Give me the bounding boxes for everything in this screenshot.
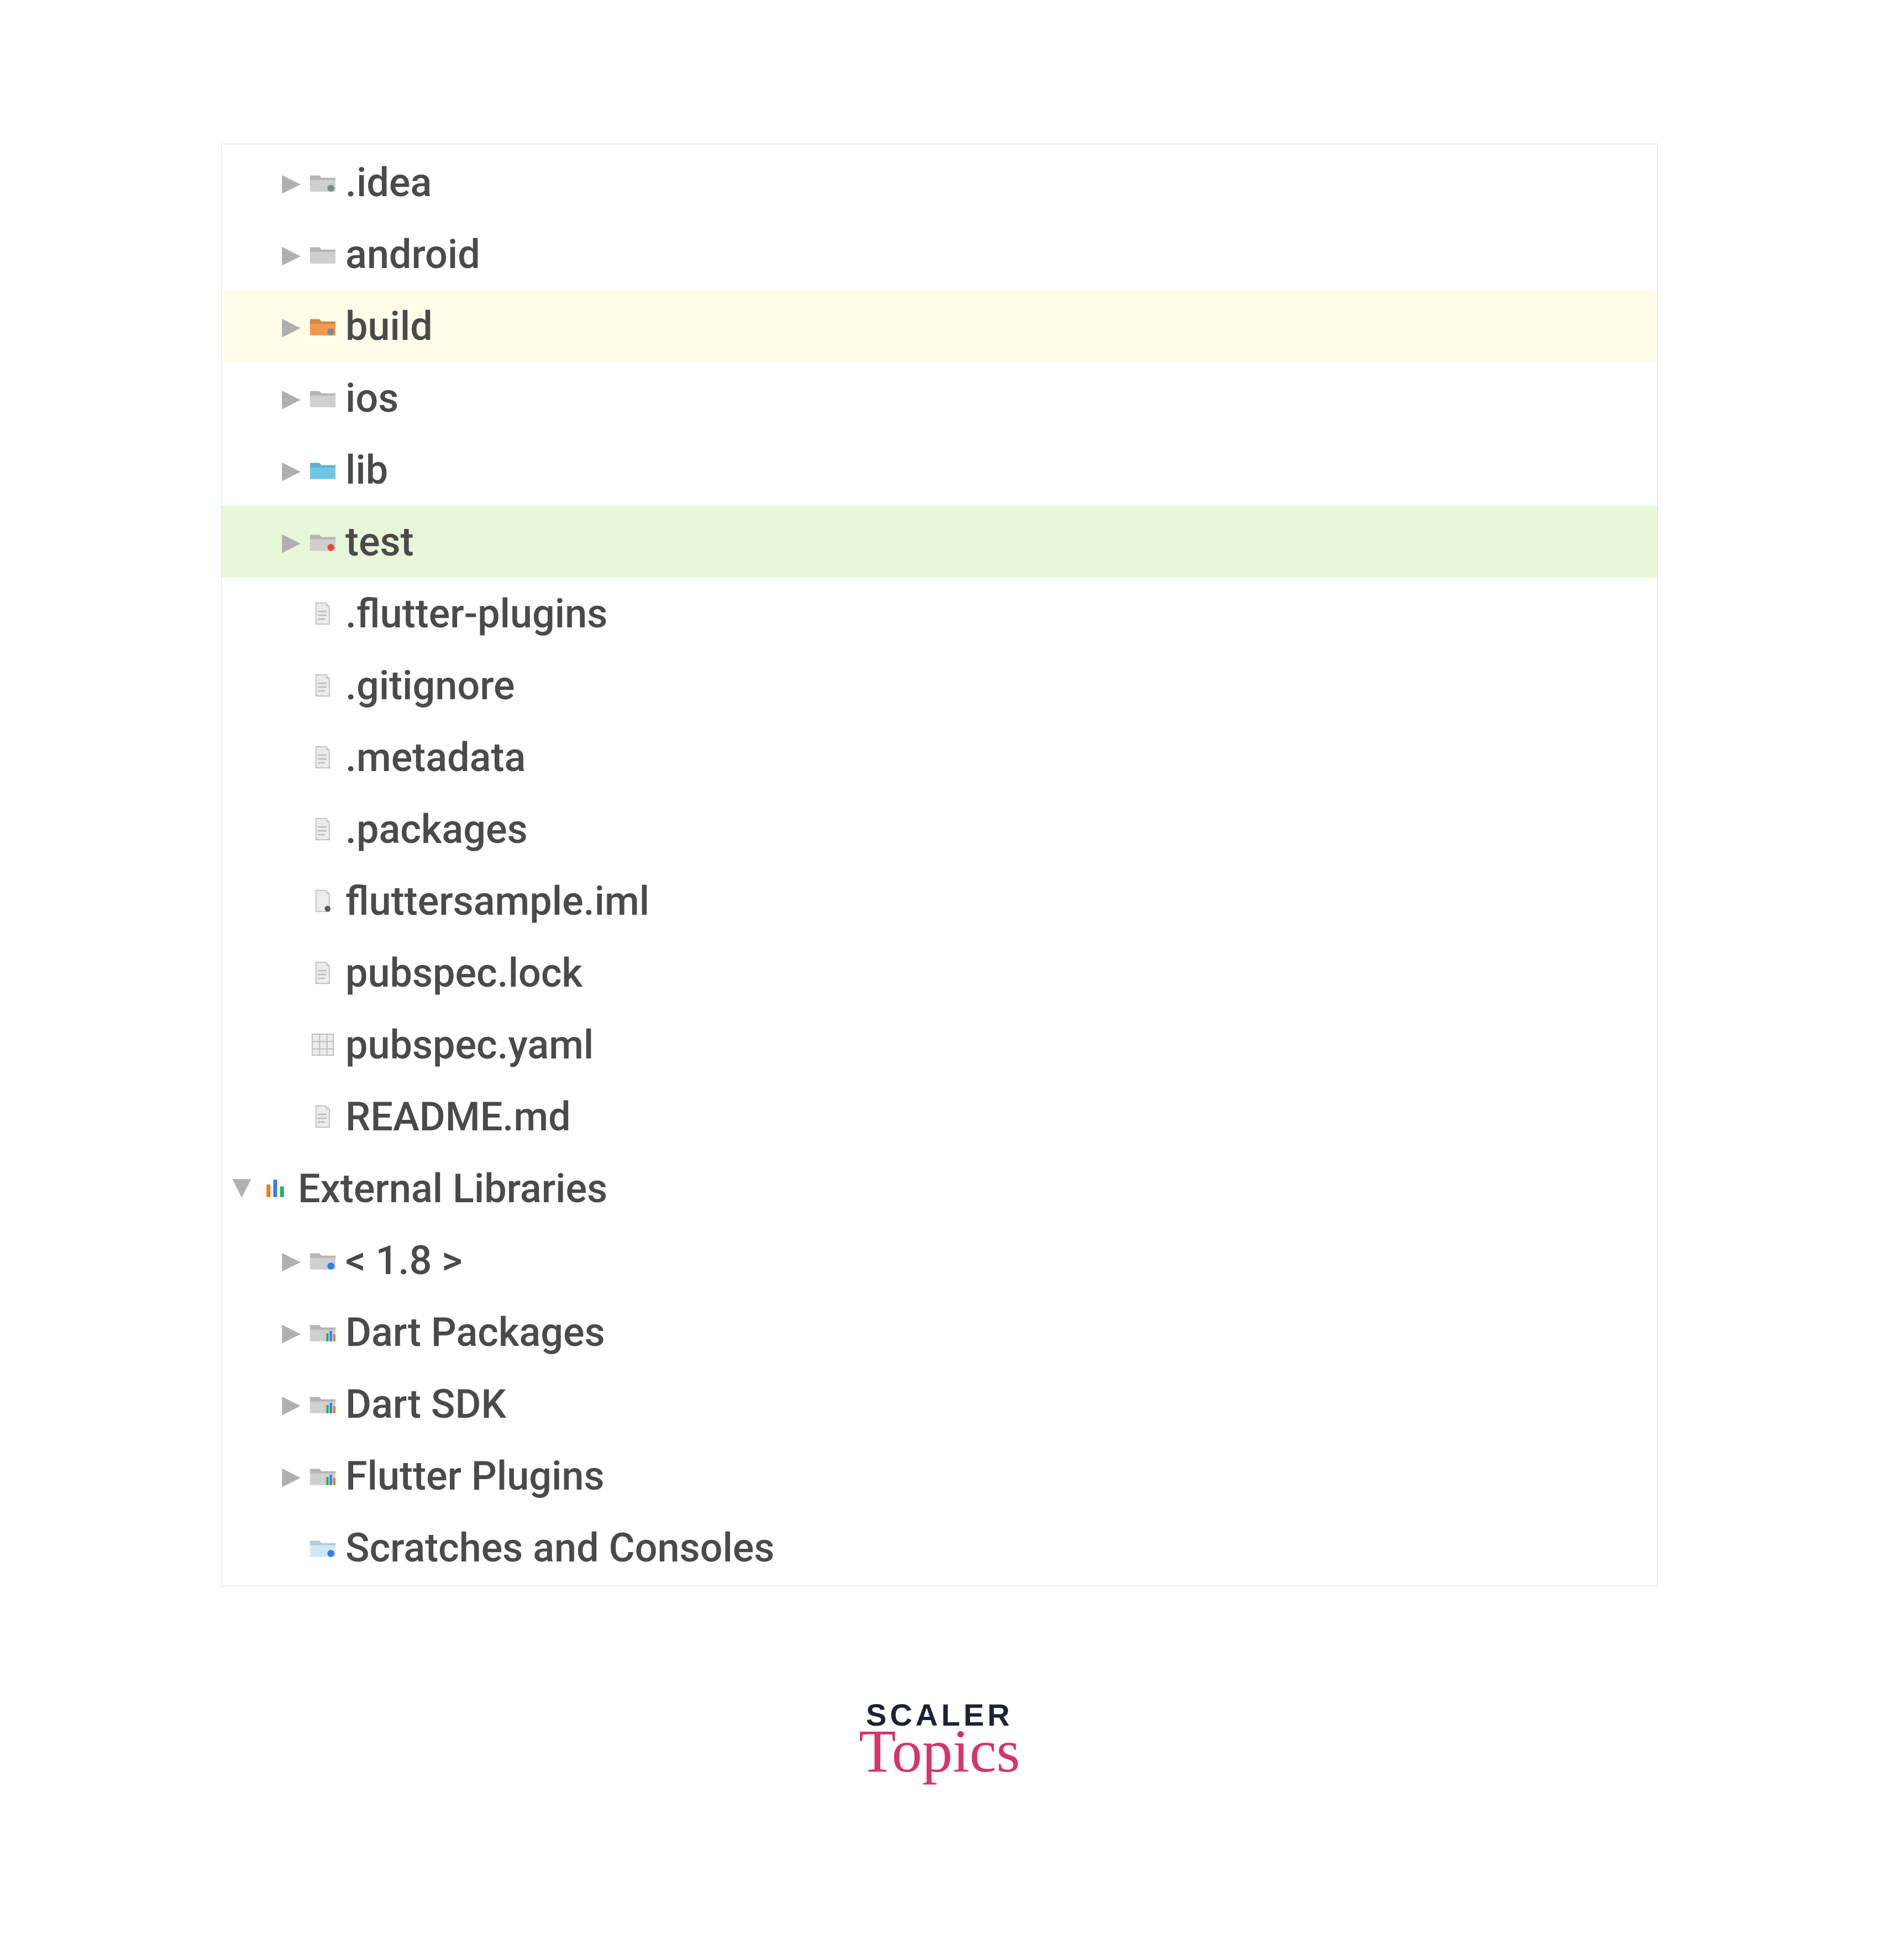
tree-row[interactable]: Scratches and Consoles — [222, 1512, 1657, 1584]
tree-item-label: Flutter Plugins — [345, 1453, 605, 1500]
tree-row[interactable]: ▶ test — [222, 506, 1657, 578]
tree-item-label: ios — [345, 375, 398, 422]
expand-arrow-icon[interactable]: ▶ — [275, 1318, 308, 1346]
expand-arrow-icon[interactable]: ▶ — [229, 1172, 258, 1205]
file-icon — [308, 817, 338, 841]
tree-item-label: Dart SDK — [345, 1381, 506, 1428]
tree-row[interactable]: .packages — [222, 793, 1657, 865]
lib-bars-icon — [260, 1177, 290, 1200]
tree-item-label: Scratches and Consoles — [345, 1524, 774, 1571]
tree-item-label: .idea — [345, 159, 432, 206]
expand-arrow-icon[interactable]: ▶ — [275, 240, 308, 269]
lib-folder-icon — [308, 1392, 338, 1416]
tree-item-label: lib — [345, 447, 388, 494]
tree-row[interactable]: ▶ build — [222, 290, 1657, 362]
tree-row[interactable]: ▶ .idea — [222, 146, 1657, 218]
tree-item-label: test — [345, 518, 414, 565]
expand-arrow-icon[interactable]: ▶ — [275, 1461, 308, 1490]
tree-row[interactable]: pubspec.lock — [222, 937, 1657, 1009]
brand-footer: SCALER Topics — [859, 1697, 1020, 1786]
project-tree-panel: ▶ .idea ▶ android ▶ build ▶ ios ▶ lib ▶ test .flutte… — [221, 144, 1658, 1586]
tree-item-label: build — [345, 303, 433, 350]
folder-cog-icon — [308, 171, 338, 194]
tree-row[interactable]: ▶ lib — [222, 434, 1657, 506]
folder-blue-icon — [308, 458, 338, 481]
tree-item-label: External Libraries — [298, 1165, 607, 1212]
tree-row[interactable]: ▶ ios — [222, 362, 1657, 434]
tree-item-label: .packages — [345, 806, 528, 853]
file-grid-icon — [308, 1033, 338, 1056]
tree-item-label: README.md — [345, 1093, 571, 1140]
folder-blue-dot-icon — [308, 1536, 338, 1559]
tree-row[interactable]: pubspec.yaml — [222, 1009, 1657, 1081]
expand-arrow-icon[interactable]: ▶ — [275, 527, 308, 556]
tree-item-label: < 1.8 > — [345, 1237, 463, 1284]
folder-java-icon — [308, 1249, 338, 1272]
lib-folder-icon — [308, 1464, 338, 1487]
expand-arrow-icon[interactable]: ▶ — [275, 384, 308, 412]
tree-row[interactable]: ▶ android — [222, 218, 1657, 290]
folder-orange-icon — [308, 315, 338, 338]
folder-gray-icon — [308, 243, 338, 266]
file-icon — [308, 1105, 338, 1128]
tree-row[interactable]: ▶ Dart Packages — [222, 1296, 1657, 1368]
tree-item-label: pubspec.yaml — [345, 1021, 594, 1068]
tree-row[interactable]: .flutter-plugins — [222, 578, 1657, 649]
folder-gray-icon — [308, 386, 338, 410]
expand-arrow-icon[interactable]: ▶ — [275, 455, 308, 484]
file-icon — [308, 961, 338, 984]
tree-item-label: .metadata — [345, 734, 526, 781]
brand-line-2: Topics — [859, 1716, 1020, 1786]
folder-dot-icon — [308, 530, 338, 553]
tree-item-label: pubspec.lock — [345, 950, 582, 997]
tree-item-label: .gitignore — [345, 662, 515, 709]
file-dot-icon — [308, 889, 338, 913]
file-icon — [308, 674, 338, 697]
expand-arrow-icon[interactable]: ▶ — [275, 312, 308, 340]
tree-row[interactable]: .gitignore — [222, 649, 1657, 721]
tree-item-label: .flutter-plugins — [345, 590, 607, 637]
file-icon — [308, 602, 338, 625]
expand-arrow-icon[interactable]: ▶ — [275, 1246, 308, 1275]
lib-folder-icon — [308, 1320, 338, 1344]
tree-row[interactable]: .metadata — [222, 721, 1657, 793]
tree-row[interactable]: README.md — [222, 1081, 1657, 1152]
tree-item-label: fluttersample.iml — [345, 878, 649, 925]
tree-row[interactable]: ▶ < 1.8 > — [222, 1224, 1657, 1296]
expand-arrow-icon[interactable]: ▶ — [275, 1390, 308, 1418]
tree-row[interactable]: ▶ Flutter Plugins — [222, 1440, 1657, 1512]
tree-item-label: Dart Packages — [345, 1309, 605, 1356]
tree-row[interactable]: fluttersample.iml — [222, 865, 1657, 937]
tree-item-label: android — [345, 231, 480, 278]
file-icon — [308, 746, 338, 769]
tree-row[interactable]: ▶ External Libraries — [222, 1152, 1657, 1224]
expand-arrow-icon[interactable]: ▶ — [275, 168, 308, 197]
tree-row[interactable]: ▶ Dart SDK — [222, 1368, 1657, 1440]
